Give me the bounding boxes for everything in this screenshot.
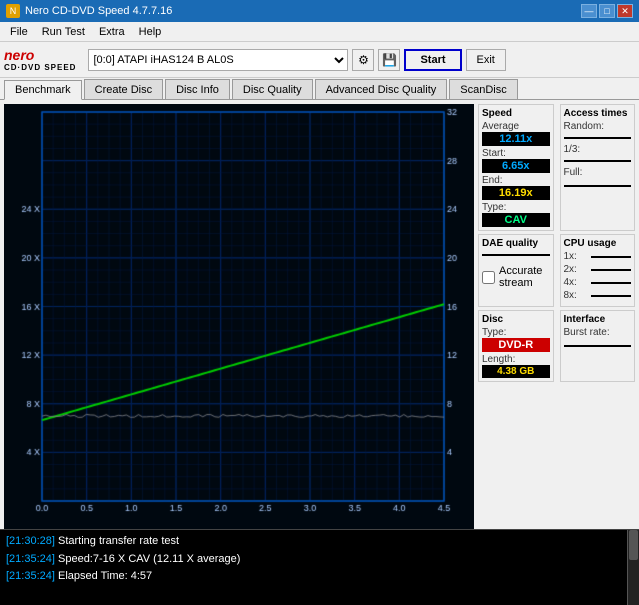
menu-help[interactable]: Help <box>133 24 168 40</box>
log-line-1: [21:35:24] Speed:7-16 X CAV (12.11 X ave… <box>6 551 621 569</box>
tab-scandisc[interactable]: ScanDisc <box>449 79 517 99</box>
cpu-2x-value <box>591 269 631 271</box>
cpu-8x-value <box>591 295 631 297</box>
log-line-2: [21:35:24] Elapsed Time: 4:57 <box>6 568 621 586</box>
full-value <box>564 185 632 187</box>
disc-length-label: Length: <box>482 354 550 365</box>
end-label: End: <box>482 175 550 186</box>
exit-button[interactable]: Exit <box>466 49 506 71</box>
close-button[interactable]: ✕ <box>617 4 633 18</box>
cpu-2x-label: 2x: <box>564 264 577 275</box>
onethird-label: 1/3: <box>564 144 632 155</box>
menu-run-test[interactable]: Run Test <box>36 24 91 40</box>
toolbar-btn-1[interactable]: ⚙ <box>352 49 374 71</box>
log-area: [21:30:28] Starting transfer rate test [… <box>0 529 639 605</box>
minimize-button[interactable]: — <box>581 4 597 18</box>
log-timestamp-2: [21:35:24] <box>6 570 55 582</box>
logo-sub: CD·DVD SPEED <box>4 63 76 72</box>
start-label: Start: <box>482 148 550 159</box>
cpu-8x-label: 8x: <box>564 290 577 301</box>
menu-file[interactable]: File <box>4 24 34 40</box>
burst-value <box>564 345 632 347</box>
cpu-1x-value <box>591 256 631 258</box>
onethird-value <box>564 160 632 162</box>
log-timestamp-0: [21:30:28] <box>6 535 55 547</box>
log-text-0: Starting transfer rate test <box>58 535 179 547</box>
disc-title: Disc <box>482 314 550 325</box>
speed-section: Speed Average 12.11x Start: 6.65x End: 1… <box>478 104 554 231</box>
dae-section: DAE quality Accurate stream <box>478 234 554 307</box>
disc-length-value: 4.38 GB <box>482 365 550 378</box>
dae-title: DAE quality <box>482 238 550 249</box>
random-label: Random: <box>564 121 632 132</box>
full-label: Full: <box>564 167 632 178</box>
burst-label: Burst rate: <box>564 327 632 338</box>
log-timestamp-1: [21:35:24] <box>6 553 55 565</box>
disc-type-value: DVD-R <box>482 338 550 352</box>
average-label: Average <box>482 121 550 132</box>
menubar: File Run Test Extra Help <box>0 22 639 42</box>
tab-advanced-disc-quality[interactable]: Advanced Disc Quality <box>315 79 448 99</box>
interface-section: Interface Burst rate: <box>560 310 636 382</box>
speed-chart <box>4 104 474 529</box>
start-value: 6.65x <box>482 159 550 173</box>
tab-disc-info[interactable]: Disc Info <box>165 79 230 99</box>
accurate-stream-row: Accurate stream <box>482 265 550 289</box>
cpu-4x-value <box>591 282 631 284</box>
tab-create-disc[interactable]: Create Disc <box>84 79 163 99</box>
drive-select[interactable]: [0:0] ATAPI iHAS124 B AL0S <box>88 49 348 71</box>
menu-extra[interactable]: Extra <box>93 24 131 40</box>
right-panel: Speed Average 12.11x Start: 6.65x End: 1… <box>474 100 639 529</box>
interface-title: Interface <box>564 314 632 325</box>
accurate-checkbox[interactable] <box>482 271 495 284</box>
titlebar: N Nero CD-DVD Speed 4.7.7.16 — □ ✕ <box>0 0 639 22</box>
random-value <box>564 137 632 139</box>
window-controls: — □ ✕ <box>581 4 633 18</box>
average-value: 12.11x <box>482 132 550 146</box>
disc-type-label: Type: <box>482 327 550 338</box>
disc-section: Disc Type: DVD-R Length: 4.38 GB <box>478 310 554 382</box>
cpu-4x-label: 4x: <box>564 277 577 288</box>
log-content: [21:30:28] Starting transfer rate test [… <box>0 530 627 605</box>
start-button[interactable]: Start <box>404 49 461 71</box>
dae-value <box>482 254 550 256</box>
maximize-button[interactable]: □ <box>599 4 615 18</box>
access-section: Access times Random: 1/3: Full: <box>560 104 636 231</box>
toolbar-btn-2[interactable]: 💾 <box>378 49 400 71</box>
log-line-0: [21:30:28] Starting transfer rate test <box>6 533 621 551</box>
end-value: 16.19x <box>482 186 550 200</box>
tab-disc-quality[interactable]: Disc Quality <box>232 79 313 99</box>
speed-title: Speed <box>482 108 550 119</box>
cpu-title: CPU usage <box>564 238 632 249</box>
cpu-1x-label: 1x: <box>564 251 577 262</box>
type-value: CAV <box>482 213 550 227</box>
main-content: Speed Average 12.11x Start: 6.65x End: 1… <box>0 100 639 529</box>
tabs: Benchmark Create Disc Disc Info Disc Qua… <box>0 78 639 100</box>
type-label: Type: <box>482 202 550 213</box>
access-title: Access times <box>564 108 632 119</box>
log-text-1: Speed:7-16 X CAV (12.11 X average) <box>58 553 240 565</box>
logo-nero: nero <box>4 47 34 63</box>
toolbar: nero CD·DVD SPEED [0:0] ATAPI iHAS124 B … <box>0 42 639 78</box>
accurate-label: Accurate stream <box>499 265 542 289</box>
cpu-section: CPU usage 1x: 2x: 4x: 8x: <box>560 234 636 307</box>
log-text-2: Elapsed Time: 4:57 <box>58 570 152 582</box>
tab-benchmark[interactable]: Benchmark <box>4 80 82 100</box>
app-icon: N <box>6 4 20 18</box>
log-scrollbar[interactable] <box>627 530 639 605</box>
logo: nero CD·DVD SPEED <box>4 47 76 72</box>
app-title: Nero CD-DVD Speed 4.7.7.16 <box>25 5 581 17</box>
